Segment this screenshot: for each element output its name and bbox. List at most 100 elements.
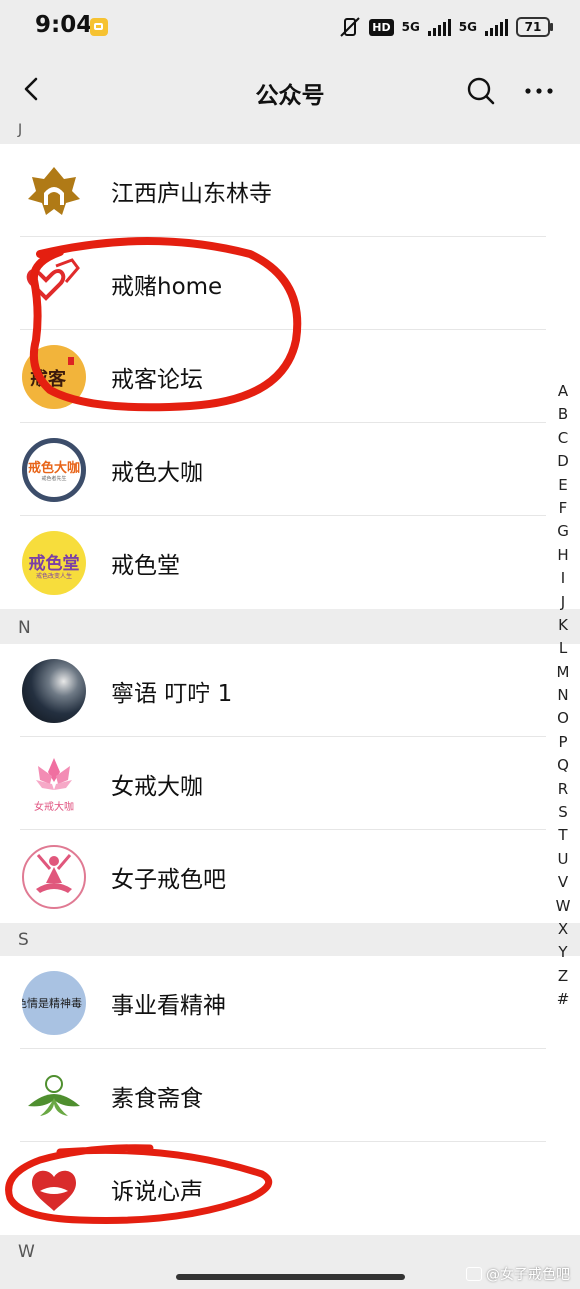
list-section-n: 寧语 叮咛 1 女戒大咖 女戒大咖 女子戒色吧 (0, 644, 580, 923)
list-item[interactable]: 戒赌home (0, 237, 580, 330)
list-item[interactable]: 素食斋食 (0, 1049, 580, 1142)
list-item-name: 戒色大咖 (111, 460, 203, 486)
index-letter[interactable]: L (559, 637, 567, 660)
list-item-name: 女子戒色吧 (111, 867, 226, 893)
avatar-donglin-temple (22, 159, 86, 223)
index-letter[interactable]: T (558, 824, 567, 847)
avatar-nvzi-jiese (22, 845, 86, 909)
hd-badge: HD (369, 18, 394, 36)
index-letter[interactable]: Z (558, 965, 568, 988)
list-item-name: 江西庐山东林寺 (111, 181, 272, 207)
section-letter: N (18, 618, 31, 638)
avatar-sushi-zhaishi (22, 1064, 86, 1128)
index-letter[interactable]: P (558, 731, 567, 754)
index-letter[interactable]: R (558, 778, 568, 801)
list-item[interactable]: 色情是精神毒 事业看精神 (0, 956, 580, 1049)
search-icon[interactable] (466, 76, 496, 106)
watermark-icon (466, 1267, 482, 1281)
index-letter[interactable]: C (558, 427, 568, 450)
index-letter[interactable]: X (558, 918, 568, 941)
list-section-j: 江西庐山东林寺 戒赌home 戒客 戒客论坛 戒色大咖 戒色者先生 戒色大咖 戒… (0, 144, 580, 609)
status-bar: 9:04 HD 5G 5G 71 (0, 0, 580, 56)
index-letter[interactable]: Y (558, 941, 567, 964)
network-label-1: 5G (401, 20, 420, 34)
index-letter[interactable]: F (559, 497, 568, 520)
index-letter[interactable]: I (561, 567, 565, 590)
list-item[interactable]: 女子戒色吧 (0, 830, 580, 923)
list-item-name: 素食斋食 (111, 1086, 203, 1112)
watermark-text: @女子戒色吧 (486, 1267, 570, 1283)
list-item[interactable]: 戒色堂 戒色改变人生 戒色堂 (0, 516, 580, 609)
index-letter[interactable]: V (558, 871, 568, 894)
list-item[interactable]: 戒色大咖 戒色者先生 戒色大咖 (0, 423, 580, 516)
list-item[interactable]: 寧语 叮咛 1 (0, 644, 580, 737)
list-item[interactable]: 江西庐山东林寺 (0, 144, 580, 237)
network-label-2: 5G (458, 20, 477, 34)
index-letter[interactable]: B (558, 403, 568, 426)
list-item-name: 女戒大咖 (111, 774, 203, 800)
signal-icon-1 (427, 18, 451, 36)
heart-hand-icon (22, 252, 86, 316)
index-letter[interactable]: N (557, 684, 568, 707)
section-header-n: N (0, 612, 580, 644)
seal-mark (68, 357, 74, 365)
avatar-shiye-jingshen: 色情是精神毒 (22, 971, 86, 1035)
list-item-name: 事业看精神 (111, 993, 226, 1019)
list-section-s: 色情是精神毒 事业看精神 素食斋食 诉说心声 (0, 956, 580, 1235)
meditation-figure-icon (36, 854, 72, 893)
index-letter[interactable]: O (557, 707, 569, 730)
avatar-jiese-tang: 戒色堂 戒色改变人生 (22, 531, 86, 595)
alphabet-index[interactable]: A B C D E F G H I J K L M N O P Q R S T … (550, 380, 576, 1012)
section-letter: J (18, 122, 23, 138)
index-letter[interactable]: M (557, 661, 570, 684)
list-item[interactable]: 戒客 戒客论坛 (0, 330, 580, 423)
vibrate-mute-icon (340, 17, 360, 37)
section-header-j: J (0, 122, 580, 144)
avatar-subtext: 戒色者先生 (41, 476, 67, 482)
avatar-text: 戒客 (30, 369, 66, 390)
avatar-subtext: 戒色改变人生 (35, 573, 72, 580)
list-item-name: 戒赌home (111, 274, 223, 300)
index-letter[interactable]: J (561, 591, 565, 614)
avatar-text: 色情是精神毒 (22, 997, 82, 1010)
heart-embrace-icon (22, 1157, 86, 1221)
watermark: @女子戒色吧 (466, 1264, 570, 1284)
index-letter[interactable]: K (558, 614, 568, 637)
index-letter[interactable]: S (558, 801, 568, 824)
index-letter[interactable]: # (557, 988, 570, 1011)
section-header-s: S (0, 923, 580, 956)
leaves-logo-icon (22, 1064, 86, 1128)
list-item-name: 戒色堂 (111, 553, 180, 579)
avatar-jieke-forum: 戒客 (22, 345, 86, 409)
avatar-sushuo-xinsheng (22, 1157, 86, 1221)
title-bar: 公众号 (0, 56, 580, 126)
lotus-flower-icon (22, 752, 86, 798)
index-letter[interactable]: Q (557, 754, 569, 777)
index-letter[interactable]: A (558, 380, 568, 403)
status-time: 9:04 (35, 12, 93, 38)
index-letter[interactable]: H (557, 544, 568, 567)
index-letter[interactable]: D (557, 450, 569, 473)
more-icon[interactable] (522, 76, 556, 106)
avatar-text: 女戒大咖 (34, 802, 74, 813)
lotus-logo-icon (22, 159, 86, 223)
avatar-text: 戒色大咖 (27, 461, 80, 476)
list-item[interactable]: 女戒大咖 女戒大咖 (0, 737, 580, 830)
avatar-jiedu-home (22, 252, 86, 316)
list-item-name: 寧语 叮咛 1 (111, 681, 233, 707)
battery-icon: 71 (516, 17, 553, 37)
list-item[interactable]: 诉说心声 (0, 1142, 580, 1235)
list-item-name: 戒客论坛 (111, 367, 203, 393)
avatar-jiese-dakai: 戒色大咖 戒色者先生 (22, 438, 86, 502)
list-item-name: 诉说心声 (111, 1179, 203, 1205)
home-indicator[interactable] (176, 1274, 405, 1280)
index-letter[interactable]: W (556, 895, 571, 918)
avatar-planet (22, 659, 86, 723)
index-letter[interactable]: U (558, 848, 569, 871)
avatar-nvjie-dakai: 女戒大咖 (22, 752, 86, 816)
signal-icon-2 (485, 18, 508, 36)
index-letter[interactable]: E (558, 474, 567, 497)
section-letter: S (18, 930, 29, 950)
section-letter: W (18, 1242, 35, 1262)
index-letter[interactable]: G (557, 520, 569, 543)
